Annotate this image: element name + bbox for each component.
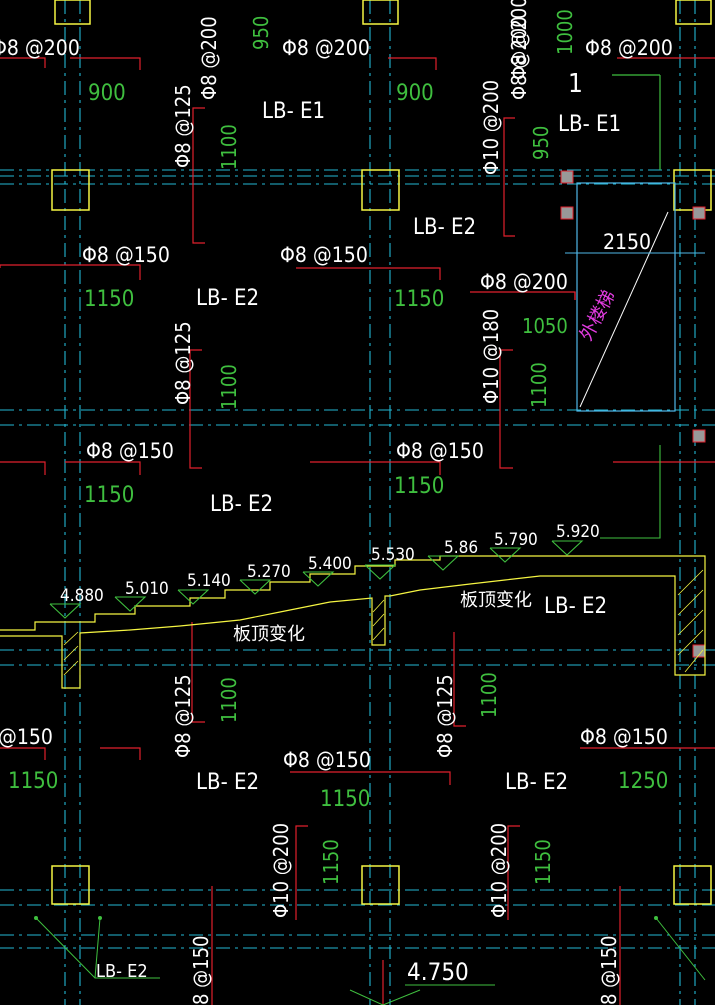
cad-drawing: LB- E1 LB- E1 LB- E2 LB- E2 LB- E2 LB- E… xyxy=(0,0,715,1005)
slab-top-change-note: 板顶变化 xyxy=(460,590,532,611)
rebar-label-vertical: Φ8 @125 xyxy=(171,84,195,168)
dimension-label: 1150 xyxy=(394,287,444,312)
rebar-label: Φ8 @150 xyxy=(280,243,368,267)
elevation-label: 5.790 xyxy=(494,530,538,550)
rebar-label: Φ8 @200 xyxy=(282,36,370,60)
rebar-label-vertical: 8 @150 xyxy=(189,936,213,1005)
slab-label: LB- E2 xyxy=(505,770,568,795)
opening-width-label: 2150 xyxy=(603,230,651,254)
slab-label: LB- E2 xyxy=(96,961,148,982)
dimension-label-vertical: 950 xyxy=(529,126,553,160)
rebar-label: Φ8 @150 xyxy=(580,725,668,749)
rebar-label: Φ8 @200 xyxy=(0,36,80,60)
dimension-label: 1150 xyxy=(8,769,58,794)
dimension-label-vertical: 1100 xyxy=(217,677,241,723)
rebar-label: Φ8 @150 xyxy=(86,439,174,463)
slab-label: LB- E2 xyxy=(413,215,476,240)
slab-label: LB- E1 xyxy=(558,112,621,137)
elevation-label: 4.880 xyxy=(60,586,104,606)
dimension-label-vertical: 1100 xyxy=(477,672,501,718)
slab-label: LB- E2 xyxy=(196,770,259,795)
detail-number: 1 xyxy=(568,69,583,99)
rebar-label-vertical: 8 @150 xyxy=(597,936,621,1005)
bottom-elevation: 4.750 xyxy=(407,958,469,986)
rebar-label-vertical: Φ8 @125 xyxy=(171,674,195,758)
rebar-label-vertical: Φ10 @200 xyxy=(479,80,503,175)
rebar-label: Φ8 @200 xyxy=(480,270,568,294)
dimension-label: 900 xyxy=(396,81,434,106)
dimension-label: 1150 xyxy=(320,787,370,812)
elevation-label: 5.920 xyxy=(556,522,600,542)
slab-label: LB- E2 xyxy=(210,492,273,517)
dimension-label: 1150 xyxy=(84,483,134,508)
rebar-label-vertical: Φ8 @125 xyxy=(171,321,195,405)
dimension-label: 1150 xyxy=(84,287,134,312)
rebar-label-vertical: Φ10 @200 xyxy=(269,823,293,918)
dimension-label: 900 xyxy=(88,81,126,106)
dimension-label-vertical: 1150 xyxy=(531,839,555,885)
slab-label: LB- E2 xyxy=(544,594,607,619)
dimension-label-vertical: 1100 xyxy=(527,362,551,408)
elevation-label: 5.140 xyxy=(187,571,231,591)
elevation-label: 5.400 xyxy=(308,554,352,574)
rebar-label: Φ8 @150 xyxy=(82,243,170,267)
slab-label: LB- E2 xyxy=(196,286,259,311)
slab-label: LB- E1 xyxy=(262,99,325,124)
elevation-label: 5.530 xyxy=(371,545,415,565)
elevation-label: 5.010 xyxy=(125,579,169,599)
dimension-label-vertical: 950 xyxy=(249,16,273,50)
rebar-label: Φ8 @150 xyxy=(396,439,484,463)
slab-top-change-note: 板顶变化 xyxy=(233,624,305,645)
dimension-label-vertical: 1100 xyxy=(217,124,241,170)
dimension-label-vertical: 1100 xyxy=(217,364,241,410)
dimension-label-vertical: 1150 xyxy=(319,839,343,885)
dimension-label: 1250 xyxy=(618,769,668,794)
dimension-label-vertical: 1000 xyxy=(553,9,577,55)
dimension-label: 1150 xyxy=(394,474,444,499)
elevation-label: 5.270 xyxy=(247,562,291,582)
rebar-label-vertical: Φ8 @200 xyxy=(507,0,531,80)
rebar-label-vertical: Φ10 @200 xyxy=(487,823,511,918)
rebar-label: @150 xyxy=(0,725,53,749)
rebar-label-vertical: Φ10 @180 xyxy=(479,309,503,404)
rebar-label: Φ8 @200 xyxy=(585,36,673,60)
elevation-label: 5.86 xyxy=(444,538,478,558)
dimension-label-vertical: 1050 xyxy=(522,314,568,338)
rebar-label-vertical: Φ8 @125 xyxy=(433,674,457,758)
rebar-label-vertical: Φ8 @200 xyxy=(197,16,221,100)
rebar-label: Φ8 @150 xyxy=(283,748,371,772)
